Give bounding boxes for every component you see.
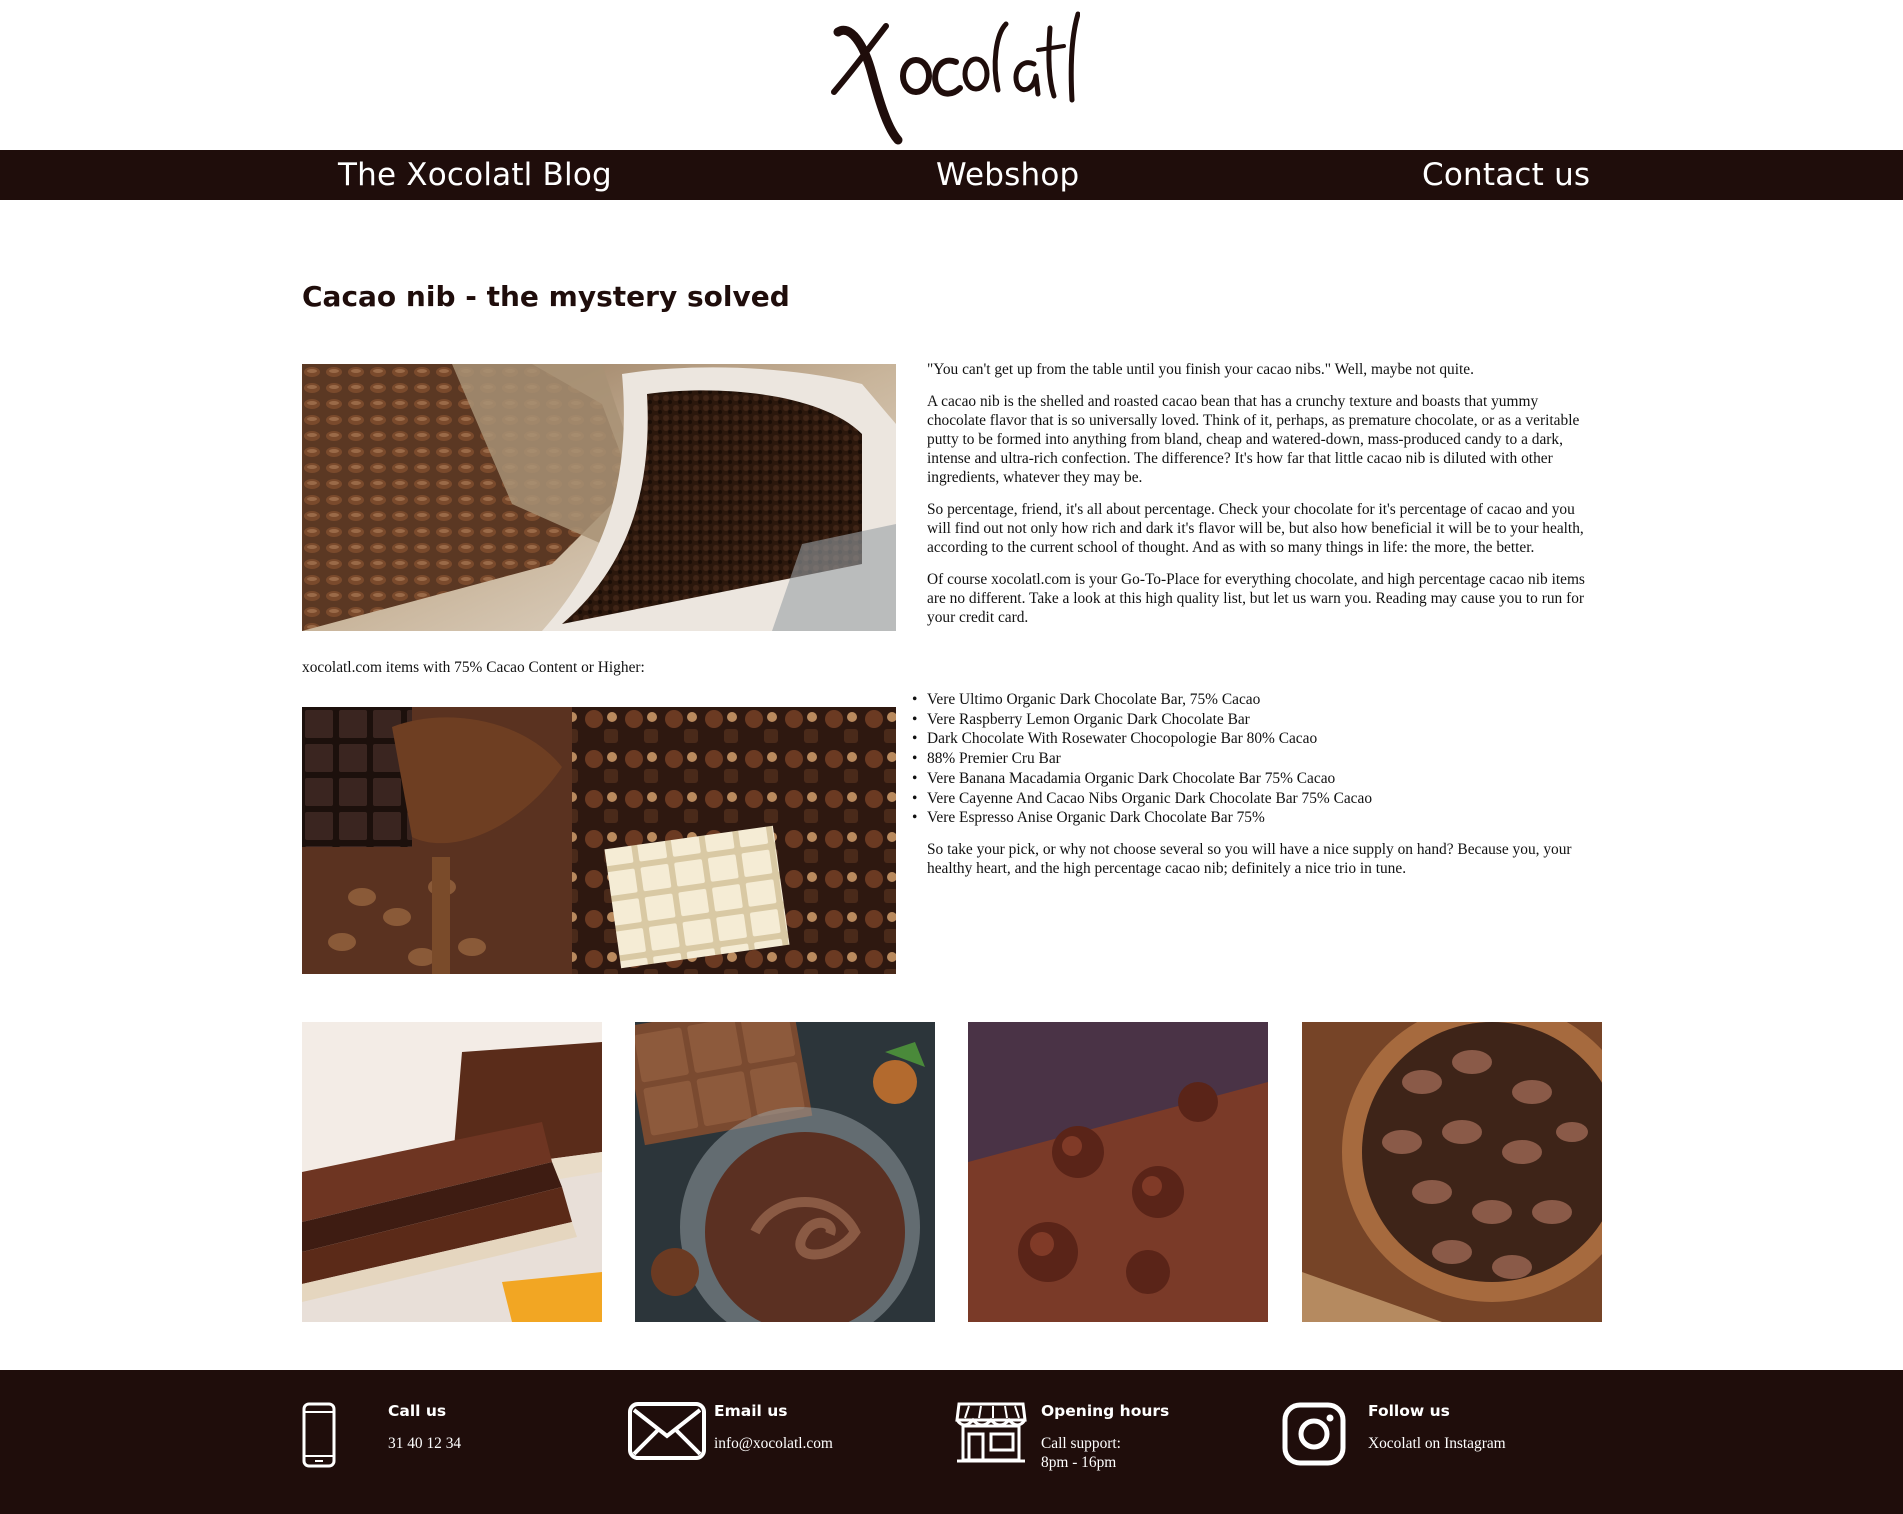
footer-hours-line2: 8pm - 16pm	[1041, 1454, 1117, 1471]
product-list: Vere Ultimo Organic Dark Chocolate Bar, …	[912, 690, 1607, 828]
article-paragraph: Of course xocolatl.com is your Go-To-Pla…	[927, 571, 1585, 626]
list-item: Vere Espresso Anise Organic Dark Chocola…	[912, 808, 1607, 828]
site-logo[interactable]	[820, 4, 1080, 146]
list-intro: xocolatl.com items with 75% Cacao Conten…	[302, 659, 645, 676]
article-title: Cacao nib - the mystery solved	[302, 280, 790, 313]
chocolate-assortment-image	[302, 707, 896, 974]
list-item: Vere Ultimo Organic Dark Chocolate Bar, …	[912, 690, 1607, 710]
xocolatl-logo	[831, 11, 1080, 145]
gallery-image-chocolate-cake[interactable]	[302, 1022, 602, 1322]
footer-hours: Opening hours Call support: 8pm - 16pm	[955, 1370, 1275, 1514]
list-item: Vere Raspberry Lemon Organic Dark Chocol…	[912, 710, 1607, 730]
gallery-image-chocolate-spread[interactable]	[635, 1022, 935, 1322]
nav-link-webshop[interactable]: Webshop	[936, 150, 1079, 200]
article-paragraph: A cacao nib is the shelled and roasted c…	[927, 393, 1580, 486]
footer-call-title: Call us	[388, 1402, 447, 1420]
list-item: Vere Cayenne And Cacao Nibs Organic Dark…	[912, 789, 1607, 809]
instagram-icon[interactable]	[1282, 1402, 1346, 1466]
footer-hours-line1: Call support:	[1041, 1435, 1121, 1452]
footer-follow-title: Follow us	[1368, 1402, 1450, 1420]
gallery-image-cacao-bowl[interactable]	[1302, 1022, 1602, 1322]
cacao-beans-image	[302, 364, 896, 631]
footer-email-address[interactable]: info@xocolatl.com	[714, 1434, 833, 1453]
gallery-image-truffles[interactable]	[968, 1022, 1268, 1322]
closing-paragraph: So take your pick, or why not choose sev…	[927, 841, 1572, 877]
site-footer: Call us 31 40 12 34 Email us info@xocola…	[0, 1370, 1903, 1514]
footer-phone-number[interactable]: 31 40 12 34	[388, 1434, 461, 1453]
article-body: "You can't get up from the table until y…	[927, 360, 1597, 640]
footer-hours-title: Opening hours	[1041, 1402, 1170, 1420]
article-paragraph: "You can't get up from the table until y…	[927, 361, 1474, 378]
article-paragraph: So percentage, friend, it's all about pe…	[927, 501, 1584, 556]
footer-email: Email us info@xocolatl.com	[628, 1370, 928, 1514]
phone-icon	[302, 1402, 336, 1468]
envelope-icon	[628, 1402, 706, 1460]
footer-call: Call us 31 40 12 34	[302, 1370, 602, 1514]
footer-follow: Follow us Xocolatl on Instagram	[1282, 1370, 1602, 1514]
shop-icon	[955, 1402, 1027, 1463]
list-item: Dark Chocolate With Rosewater Chocopolog…	[912, 729, 1607, 749]
main-nav: The Xocolatl Blog Webshop Contact us	[0, 150, 1903, 200]
site-header	[0, 0, 1903, 150]
footer-email-title: Email us	[714, 1402, 788, 1420]
footer-instagram-link[interactable]: Xocolatl on Instagram	[1368, 1434, 1506, 1453]
nav-link-contact[interactable]: Contact us	[1422, 150, 1590, 200]
nav-link-blog[interactable]: The Xocolatl Blog	[338, 150, 612, 200]
list-item: 88% Premier Cru Bar	[912, 749, 1607, 769]
list-item: Vere Banana Macadamia Organic Dark Choco…	[912, 769, 1607, 789]
